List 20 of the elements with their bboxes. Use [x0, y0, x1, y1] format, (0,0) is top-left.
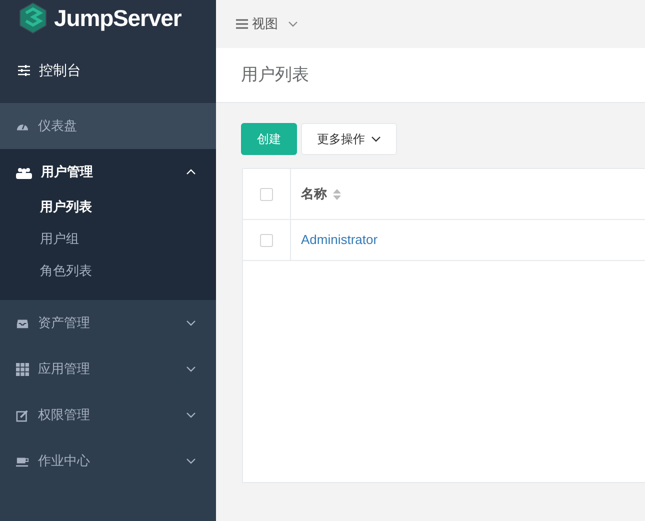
brand-name: JumpServer	[54, 4, 182, 33]
nav-item[interactable]: 资产管理	[0, 300, 216, 346]
nav-item[interactable]: 作业中心	[0, 438, 216, 484]
nav-item[interactable]: 应用管理	[0, 346, 216, 392]
nav-label: 权限管理	[38, 406, 91, 424]
nav-subitem[interactable]: 角色列表	[0, 255, 216, 287]
view-menu[interactable]: 视图	[236, 14, 298, 34]
nav-label: 用户管理	[41, 163, 94, 182]
nav-label: 作业中心	[38, 452, 91, 470]
nav-label: 资产管理	[38, 314, 91, 332]
nav-label: 仪表盘	[38, 117, 78, 136]
user-name-link[interactable]: Administrator	[301, 230, 378, 250]
console-link[interactable]: 控制台	[39, 60, 81, 81]
more-actions-button[interactable]: 更多操作	[301, 123, 397, 155]
nav-label: 应用管理	[38, 360, 91, 378]
page-title: 用户列表	[241, 64, 309, 86]
nav-subitem[interactable]: 用户组	[0, 223, 216, 255]
column-header[interactable]: 名称	[291, 169, 645, 219]
nav-item[interactable]: 仪表盘	[0, 103, 216, 149]
nav-item[interactable]: 权限管理	[0, 392, 216, 438]
